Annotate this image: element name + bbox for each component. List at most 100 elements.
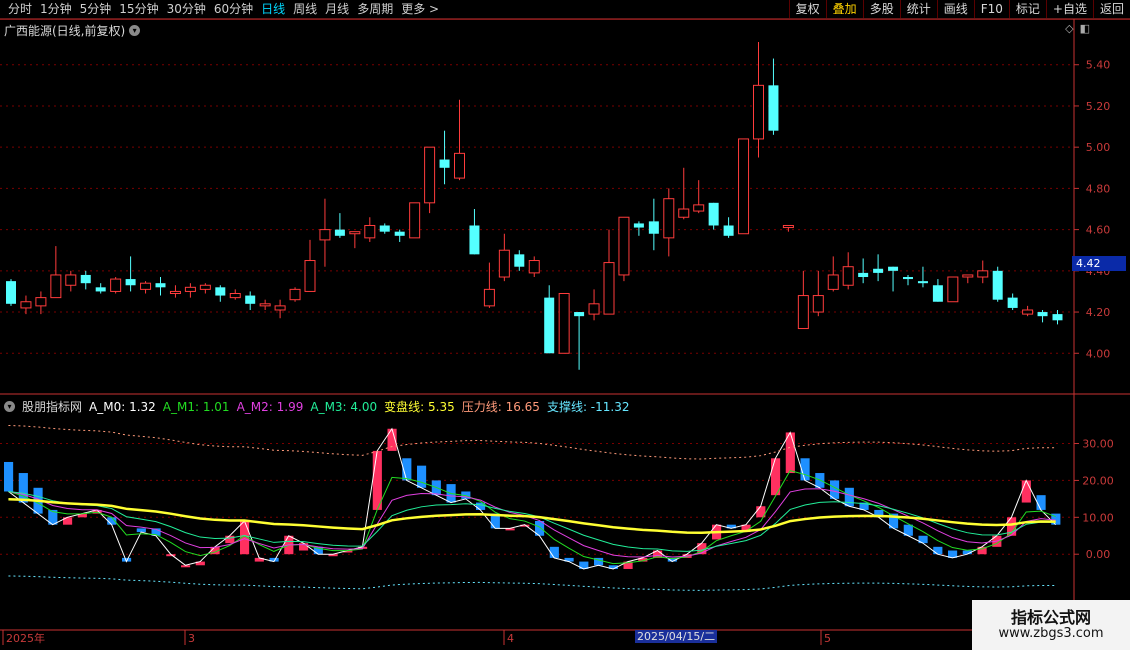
watermark: 指标公式网 www.zbgs3.com bbox=[972, 600, 1130, 650]
indicator-value-1: A_M1: 1.01 bbox=[162, 399, 230, 414]
candle-body bbox=[498, 249, 510, 278]
candle-body bbox=[693, 204, 705, 212]
indicator-line-pressure bbox=[8, 424, 1056, 460]
candle-body bbox=[873, 268, 884, 273]
candle-body bbox=[947, 276, 959, 303]
indicator-axis-label: 30.00 bbox=[1082, 438, 1114, 451]
candle-body bbox=[140, 282, 152, 290]
date-axis-label: 2025年 bbox=[6, 631, 45, 645]
chart-canvas[interactable]: 5.405.205.004.804.604.404.204.0030.0020.… bbox=[0, 0, 1130, 650]
indicator-name: 股朋指标网 bbox=[22, 400, 83, 414]
indicator-line-support bbox=[8, 575, 1056, 591]
candle-body bbox=[199, 284, 211, 290]
candle-body bbox=[80, 274, 91, 284]
candle-body bbox=[768, 85, 779, 131]
candle-body bbox=[215, 287, 226, 296]
chevron-down-icon[interactable]: ▾ bbox=[4, 401, 15, 412]
indicator-line-m3 bbox=[8, 490, 1056, 552]
candle-body bbox=[289, 288, 301, 301]
indicator-bar bbox=[18, 473, 28, 503]
indicator-bar bbox=[549, 546, 559, 558]
candle-body bbox=[394, 231, 405, 236]
selected-date: 2025/04/15/二 bbox=[635, 630, 718, 643]
indicator-value-6: 支撑线: -11.32 bbox=[546, 400, 630, 414]
price-axis-label: 4.80 bbox=[1086, 182, 1111, 195]
candle-body bbox=[782, 224, 794, 229]
candle-body bbox=[992, 270, 1003, 300]
indicator-value-3: A_M3: 4.00 bbox=[310, 399, 378, 414]
candle-body bbox=[812, 295, 824, 313]
candle-body bbox=[708, 202, 719, 226]
price-axis-label: 5.40 bbox=[1086, 59, 1111, 72]
candle-body bbox=[259, 303, 271, 307]
indicator-axis-label: 0.00 bbox=[1086, 548, 1111, 561]
candle-body bbox=[424, 146, 436, 204]
candle-body bbox=[169, 290, 181, 295]
candle-body bbox=[379, 225, 390, 232]
indicator-value-5: 压力线: 16.65 bbox=[461, 400, 540, 414]
candle-body bbox=[917, 281, 928, 284]
candle-body bbox=[903, 277, 913, 280]
candle-body bbox=[349, 231, 361, 235]
indicator-bar bbox=[1036, 495, 1046, 510]
candle-body bbox=[1022, 309, 1034, 315]
candle-body bbox=[95, 287, 106, 292]
candle-body bbox=[184, 286, 196, 292]
indicator-value-0: A_M0: 1.32 bbox=[89, 399, 156, 414]
indicator-bar bbox=[372, 450, 382, 510]
candle-body bbox=[469, 225, 480, 255]
candle-body bbox=[678, 208, 690, 218]
candle-body bbox=[558, 293, 570, 354]
candle-body bbox=[663, 198, 675, 239]
candle-body bbox=[753, 84, 764, 140]
indicator-bar bbox=[844, 487, 854, 507]
candle-body bbox=[603, 262, 615, 315]
price-axis-label: 5.00 bbox=[1086, 141, 1111, 154]
candle-body bbox=[65, 274, 77, 286]
candle-body bbox=[514, 254, 525, 267]
price-axis-label: 4.60 bbox=[1086, 224, 1111, 237]
date-axis-label: 5 bbox=[824, 632, 831, 645]
indicator-bar bbox=[225, 535, 235, 544]
indicator-line-pivot bbox=[8, 497, 1056, 535]
candle-body bbox=[439, 159, 450, 168]
watermark-url: www.zbgs3.com bbox=[998, 626, 1104, 641]
indicator-bar bbox=[136, 528, 146, 533]
candle-body bbox=[274, 305, 286, 311]
candle-body bbox=[155, 283, 166, 288]
candle-body bbox=[962, 274, 974, 278]
date-axis-label: 3 bbox=[188, 632, 195, 645]
indicator-axis-label: 20.00 bbox=[1082, 474, 1114, 487]
candle-body bbox=[574, 312, 585, 317]
watermark-title: 指标公式网 bbox=[1010, 608, 1091, 627]
candle-body bbox=[633, 223, 644, 228]
candle-body bbox=[588, 303, 600, 315]
candle-body bbox=[1007, 297, 1018, 308]
candle-body bbox=[648, 221, 659, 234]
candle-body bbox=[738, 138, 750, 235]
indicator-value-2: A_M2: 1.99 bbox=[236, 399, 304, 414]
candle-body bbox=[618, 216, 630, 276]
candle-body bbox=[797, 295, 809, 330]
indicator-bar bbox=[1021, 480, 1031, 503]
candle-body bbox=[454, 152, 465, 179]
candle-body bbox=[35, 297, 47, 307]
indicator-bar bbox=[933, 546, 943, 555]
indicator-legend: ▾ 股朋指标网 A_M0: 1.32 A_M1: 1.01 A_M2: 1.99 A_… bbox=[4, 398, 629, 415]
candle-body bbox=[528, 260, 540, 274]
candle-body bbox=[50, 274, 62, 299]
current-price-tag: 4.42 bbox=[1072, 256, 1126, 271]
candle-body bbox=[110, 278, 122, 292]
candle-body bbox=[245, 295, 256, 304]
price-axis-label: 4.00 bbox=[1086, 347, 1111, 360]
candle-body bbox=[229, 293, 241, 299]
indicator-line-m0 bbox=[8, 427, 1057, 570]
candle-body bbox=[125, 279, 136, 286]
candle-body bbox=[1052, 314, 1063, 321]
candle-body bbox=[364, 224, 376, 239]
candle-body bbox=[409, 202, 421, 239]
candle-body bbox=[827, 274, 839, 290]
candle-body bbox=[304, 260, 316, 292]
indicator-bar bbox=[417, 465, 427, 488]
indicator-line-m2 bbox=[8, 488, 1056, 558]
